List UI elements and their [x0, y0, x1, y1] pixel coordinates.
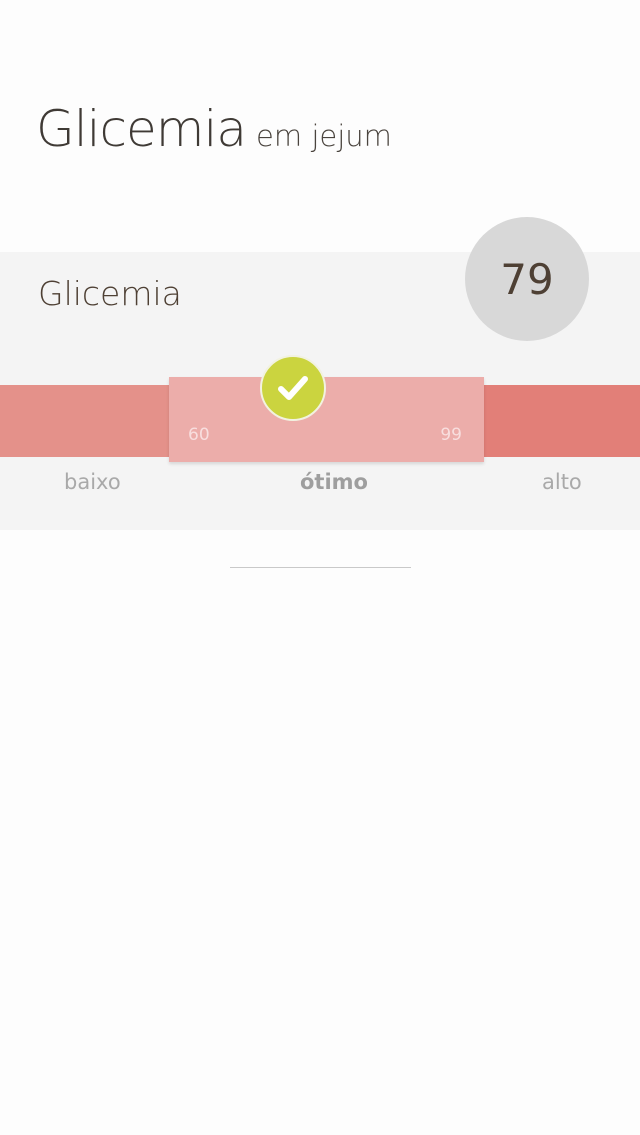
range-max-value: 99: [440, 425, 462, 445]
glucose-value: 79: [500, 254, 554, 304]
status-badge: [260, 355, 326, 421]
glucose-value-circle: 79: [465, 217, 589, 341]
page-header: Glicemia em jejum: [36, 100, 392, 158]
page-subtitle: em jejum: [256, 119, 392, 153]
zone-label-high: alto: [542, 470, 582, 494]
glucose-label: Glicemia: [38, 274, 182, 313]
check-icon: [278, 376, 308, 400]
range-high-segment: [483, 385, 640, 457]
divider: [230, 567, 411, 568]
range-min-value: 60: [188, 425, 210, 445]
range-low-segment: [0, 385, 170, 457]
page-title: Glicemia: [36, 100, 247, 158]
range-optimal-segment: 60 99: [169, 377, 484, 462]
zone-label-low: baixo: [64, 470, 121, 494]
zone-label-optimal: ótimo: [300, 470, 368, 494]
